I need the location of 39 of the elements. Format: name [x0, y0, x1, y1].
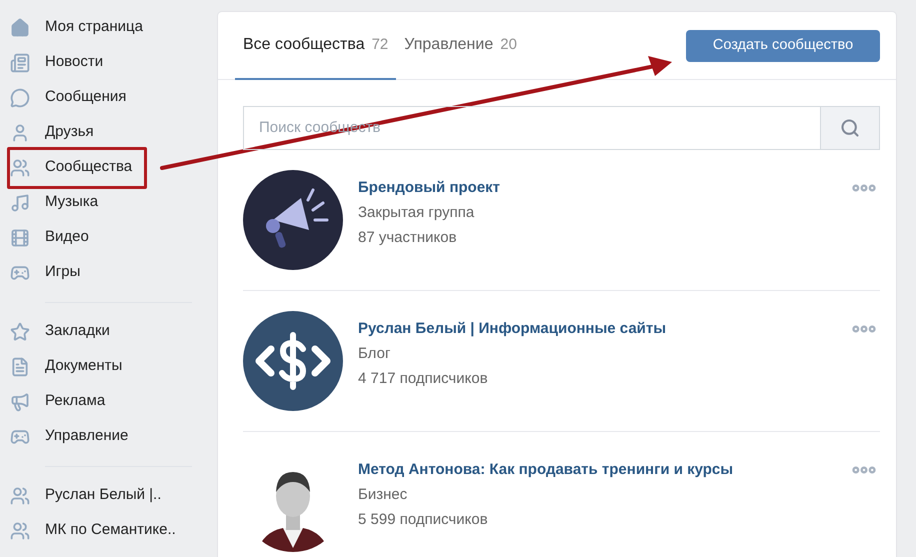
newspaper-icon: [10, 52, 30, 72]
star-icon: [10, 322, 30, 342]
sidebar-item[interactable]: Музыка: [0, 185, 218, 220]
community-type: Блог: [358, 344, 392, 364]
tab[interactable]: Управление 20: [396, 12, 525, 80]
sidebar-item[interactable]: Управление: [0, 419, 218, 454]
document-icon: [10, 356, 30, 376]
sidebar-item[interactable]: Документы: [0, 349, 218, 384]
sidebar-item[interactable]: Реклама: [0, 384, 218, 419]
create-community-button[interactable]: Создать сообщество: [686, 30, 880, 62]
community-name-link[interactable]: Метод Антонова: Как продавать тренинги и курсы: [358, 460, 850, 480]
megaphone-icon: [10, 392, 30, 412]
people-icon: [10, 520, 30, 540]
sidebar-item[interactable]: Руслан Белый |..: [0, 478, 218, 513]
member-count: 4 717 подписчиков: [358, 369, 489, 389]
sidebar-item[interactable]: Сообщения: [0, 80, 218, 115]
sidebar-item[interactable]: Видео: [0, 220, 218, 255]
people-icon: [10, 486, 30, 506]
sidebar-item[interactable]: Сообщества: [0, 150, 218, 185]
community-name-link[interactable]: Брендовый проект: [358, 178, 850, 198]
search-button[interactable]: [820, 106, 880, 150]
member-count: 87 участников: [358, 228, 458, 248]
tab[interactable]: Все сообщества 72: [235, 12, 396, 80]
sidebar-item[interactable]: Новости: [0, 45, 218, 80]
home-icon: [10, 18, 30, 38]
film-icon: [10, 228, 30, 248]
community-type: Закрытая группа: [358, 203, 476, 223]
member-count: 5 599 подписчиков: [358, 510, 489, 530]
sidebar-item[interactable]: МК по Семантике..: [0, 513, 218, 548]
chat-icon: [10, 88, 30, 108]
sidebar-item[interactable]: Моя страница: [0, 10, 218, 45]
sidebar-item[interactable]: Игры: [0, 255, 218, 290]
sidebar-item[interactable]: Друзья: [0, 115, 218, 150]
community-type: Бизнес: [358, 485, 408, 505]
music-note-icon: [10, 192, 30, 212]
search-icon: [840, 118, 860, 138]
sidebar-item[interactable]: Закладки: [0, 314, 218, 349]
people-icon: [10, 158, 30, 178]
community-name-link[interactable]: Руслан Белый | Информационные сайты: [358, 319, 850, 339]
